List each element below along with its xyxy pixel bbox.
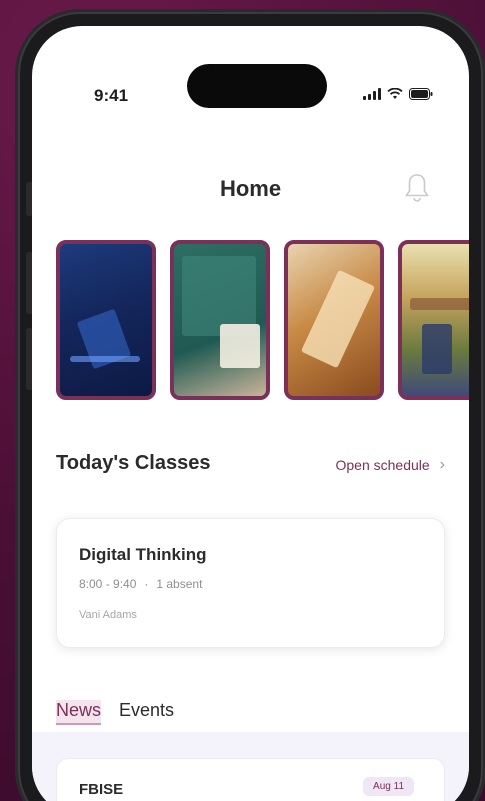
dynamic-island <box>187 64 327 108</box>
chevron-right-icon: › <box>439 456 445 473</box>
story-card-1[interactable] <box>56 240 156 400</box>
status-icons <box>363 88 433 100</box>
class-teacher: Vani Adams <box>79 609 137 621</box>
home-header: Home <box>32 174 469 216</box>
story-card-3[interactable] <box>284 240 384 400</box>
wifi-icon <box>387 88 403 99</box>
phone-frame: 9:41 Home Today's Classes Open schedule … <box>18 12 483 801</box>
class-card[interactable]: Digital Thinking 8:00 - 9:40 · 1 absent Va… <box>56 518 445 648</box>
status-bar: 9:41 <box>32 26 469 136</box>
story-card-2[interactable] <box>170 240 270 400</box>
story-card-4[interactable] <box>398 240 469 400</box>
tab-events[interactable]: Events <box>119 700 174 721</box>
bell-icon[interactable] <box>403 172 431 204</box>
class-title: Digital Thinking <box>79 545 207 564</box>
class-time: 8:00 - 9:40 <box>79 577 137 591</box>
tab-news[interactable]: News <box>56 700 102 725</box>
open-schedule-link[interactable]: Open schedule › <box>335 456 445 474</box>
todays-classes-header: Today's Classes Open schedule › <box>56 452 445 482</box>
news-events-tabs: News Events <box>56 700 174 725</box>
battery-icon <box>409 88 433 100</box>
news-title: FBISE <box>79 781 124 798</box>
section-title: Today's Classes <box>56 452 211 474</box>
status-time: 9:41 <box>94 86 129 105</box>
story-carousel <box>56 240 469 400</box>
phone-screen: 9:41 Home Today's Classes Open schedule … <box>32 26 469 801</box>
news-item[interactable]: FBISE Aug 11 <box>56 758 445 801</box>
open-schedule-label: Open schedule <box>335 457 430 473</box>
news-date-badge: Aug 11 <box>363 777 414 796</box>
class-meta: 8:00 - 9:40 · 1 absent <box>79 577 203 591</box>
class-extra: 1 absent <box>156 577 203 591</box>
cellular-signal-icon <box>363 88 381 100</box>
